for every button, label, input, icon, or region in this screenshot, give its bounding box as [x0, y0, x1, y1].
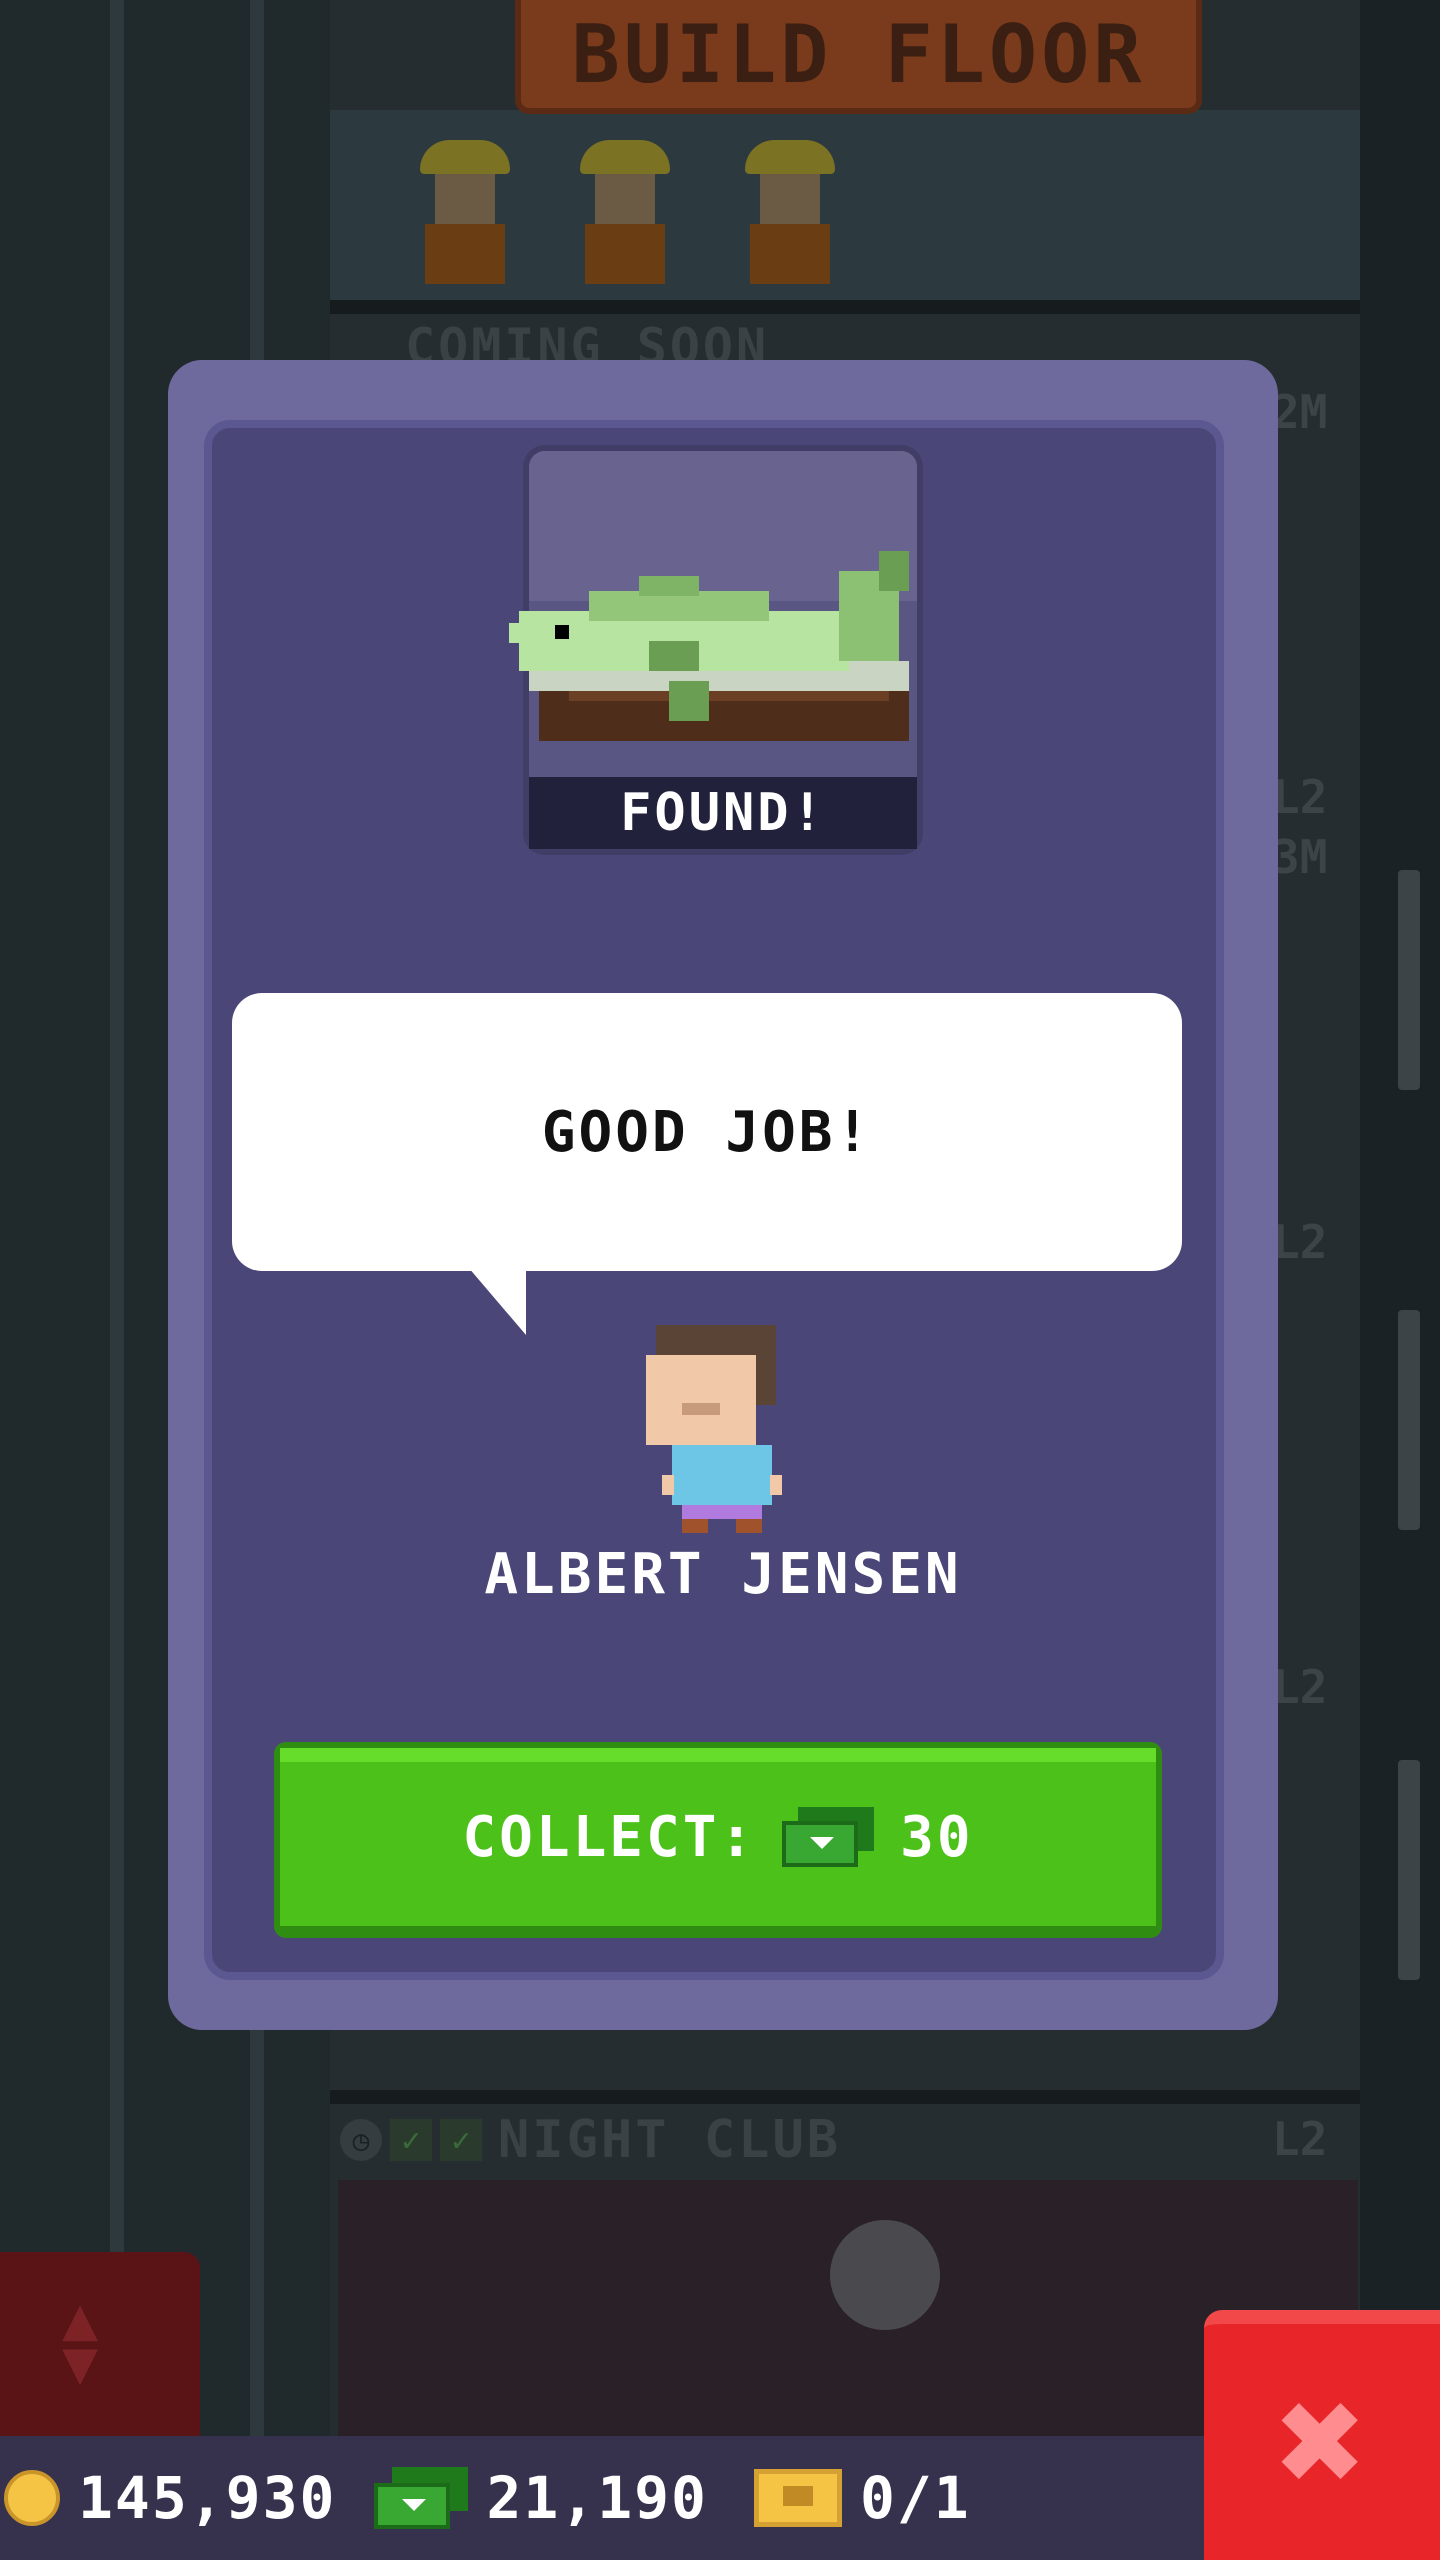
currency-status-bar: 145,930 21,190 0/1 [0, 2436, 1204, 2560]
collect-amount: 30 [900, 1804, 974, 1870]
bitizen-name: ALBERT JENSEN [484, 1542, 962, 1607]
clock-icon: ◷ [340, 2119, 382, 2161]
up-down-arrows-icon: ▲ ▼ [62, 2284, 99, 2398]
track-handle [1398, 1760, 1420, 1980]
speech-bubble-tail [468, 1267, 526, 1335]
floor-tag: 3M [1272, 830, 1328, 884]
floor-tag: L2 [1272, 1215, 1328, 1269]
build-floor-sign: BUILD FLOOR [515, 0, 1202, 114]
elevator-button[interactable]: ▲ ▼ [0, 2252, 200, 2442]
track-handle [1398, 870, 1420, 1090]
close-icon: ✖ [1276, 2355, 1368, 2529]
check-icon: ✓ [440, 2119, 482, 2161]
shaft-rail [110, 0, 124, 2440]
floor-name: NIGHT CLUB [498, 2110, 842, 2170]
right-scroll-track [1360, 0, 1440, 2440]
fish-icon [509, 551, 909, 741]
ticket-count: 0/1 [859, 2464, 971, 2532]
bux-icon [374, 2467, 469, 2529]
disco-ball-icon [830, 2220, 940, 2330]
bux-balance: 21,190 [486, 2464, 708, 2532]
coin-balance: 145,930 [78, 2464, 337, 2532]
tower-bux-icon [782, 1807, 875, 1867]
bitizen-avatar [646, 1325, 782, 1533]
floor-level: L2 [1272, 2112, 1328, 2166]
floor-tag: L2 [1272, 1660, 1328, 1714]
floor-divider [330, 300, 1360, 314]
speech-bubble: GOOD JOB! [232, 993, 1182, 1271]
construction-worker [580, 140, 670, 290]
night-club-header: ◷ ✓ ✓ NIGHT CLUB [340, 2110, 841, 2170]
close-button[interactable]: ✖ [1204, 2310, 1440, 2560]
collect-button[interactable]: COLLECT: 30 [274, 1742, 1162, 1938]
coin-icon [4, 2470, 60, 2526]
construction-worker [745, 140, 835, 290]
check-icon: ✓ [390, 2119, 432, 2161]
track-handle [1398, 1310, 1420, 1530]
construction-worker [420, 140, 510, 290]
floor-divider [330, 2090, 1360, 2104]
bitizen-found-dialog: FOUND! GOOD JOB! ALBERT JENSEN COLLECT: … [168, 360, 1278, 2030]
collect-label: COLLECT: [462, 1804, 757, 1870]
found-item-card: FOUND! [509, 445, 923, 855]
found-label: FOUND! [529, 777, 917, 849]
floor-tag: 2M [1272, 385, 1328, 439]
floor-tag: L2 [1272, 770, 1328, 824]
ticket-icon [753, 2469, 842, 2527]
